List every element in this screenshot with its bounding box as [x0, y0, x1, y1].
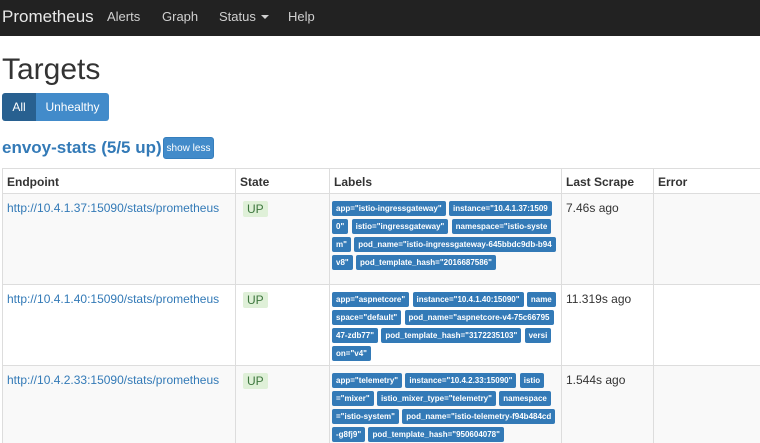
endpoint-link[interactable]: http://10.4.1.40:15090/stats/prometheus: [7, 292, 219, 306]
table-row: http://10.4.1.40:15090/stats/prometheus …: [2, 284, 760, 366]
caret-down-icon: [260, 15, 269, 19]
label-tag: pod_template_hash="3172235103": [381, 328, 522, 343]
brand-link[interactable]: Prometheus: [2, 7, 94, 27]
header-labels: Labels: [329, 168, 562, 194]
labels-list: app="telemetry" instance="10.4.2.33:1509…: [332, 372, 556, 443]
nav-graph[interactable]: Graph: [162, 9, 198, 24]
label-tag: pod_template_hash="2016687586": [356, 255, 496, 270]
nav-status-label: Status: [219, 9, 256, 24]
last-scrape: 7.46s ago: [566, 201, 619, 215]
label-tag: app="aspnetcore": [332, 292, 410, 307]
filter-unhealthy-button[interactable]: Unhealthy: [36, 93, 109, 121]
label-tag: pod_template_hash="950604078": [368, 427, 504, 442]
state-badge: UP: [243, 201, 268, 217]
endpoint-link[interactable]: http://10.4.2.33:15090/stats/prometheus: [7, 373, 219, 387]
table-row: http://10.4.1.37:15090/stats/prometheus …: [2, 193, 760, 285]
targets-table: Endpoint State Labels Last Scrape Error …: [2, 168, 760, 443]
label-tag: app="istio-ingressgateway": [332, 201, 446, 216]
top-navbar: Prometheus Alerts Graph Status Help: [0, 0, 760, 36]
nav-status-dropdown[interactable]: Status: [219, 9, 269, 24]
state-badge: UP: [243, 292, 268, 308]
header-last-scrape: Last Scrape: [561, 168, 654, 194]
label-tag: instance="10.4.1.40:15090": [412, 292, 524, 307]
filter-button-group: All Unhealthy: [2, 93, 109, 121]
last-scrape: 1.544s ago: [566, 373, 626, 387]
label-tag: app="telemetry": [332, 373, 403, 388]
header-state: State: [235, 168, 330, 194]
label-tag: instance="10.4.2.33:15090": [405, 373, 517, 388]
header-endpoint: Endpoint: [2, 168, 236, 194]
show-less-button[interactable]: show less: [163, 137, 214, 159]
nav-alerts[interactable]: Alerts: [107, 9, 140, 24]
label-tag: istio="ingressgateway": [351, 219, 449, 234]
endpoint-link[interactable]: http://10.4.1.37:15090/stats/prometheus: [7, 201, 219, 215]
label-tag: istio_mixer_type="telemetry": [376, 391, 496, 406]
last-scrape: 11.319s ago: [566, 292, 632, 306]
page-title: Targets: [2, 53, 101, 86]
job-title-link[interactable]: envoy-stats (5/5 up): [2, 138, 162, 158]
nav-help[interactable]: Help: [288, 9, 315, 24]
labels-list: app="aspnetcore" instance="10.4.1.40:150…: [332, 291, 556, 363]
state-badge: UP: [243, 373, 268, 389]
filter-all-button[interactable]: All: [2, 93, 36, 121]
header-error: Error: [653, 168, 760, 194]
labels-list: app="istio-ingressgateway" instance="10.…: [332, 200, 556, 272]
table-header-row: Endpoint State Labels Last Scrape Error: [2, 168, 760, 194]
table-row: http://10.4.2.33:15090/stats/prometheus …: [2, 365, 760, 443]
